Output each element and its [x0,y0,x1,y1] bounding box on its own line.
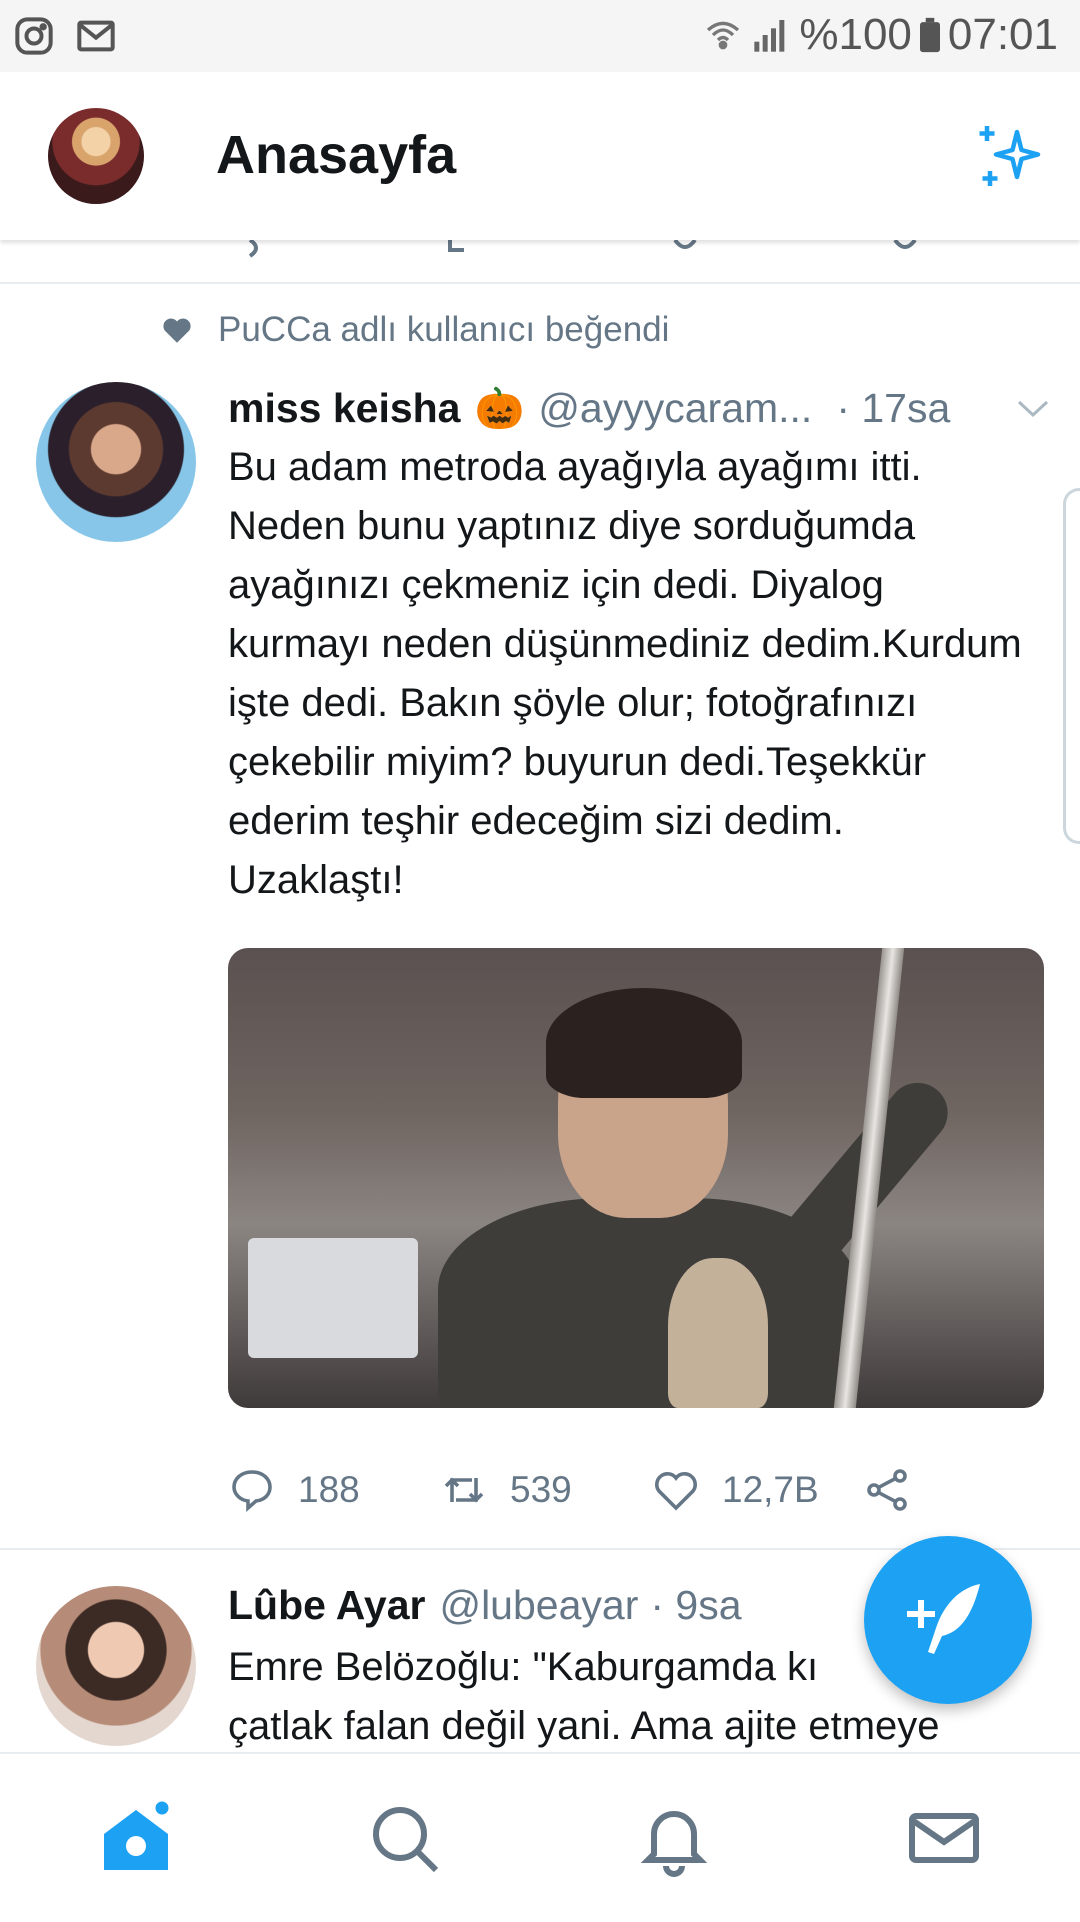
bottom-navigation [0,1752,1080,1922]
author-handle[interactable]: @ayyycaram... [538,385,812,432]
tweet-text: Bu adam metroda ayağıyla ayağımı itti. N… [228,445,1022,902]
instagram-icon [15,17,53,55]
photo-window [248,1238,418,1358]
search-icon [373,1807,439,1873]
chevron-down-icon[interactable] [1016,398,1050,420]
status-right: %100 07:01 [703,10,1058,60]
tweet-time: · 9sa [650,1582,742,1628]
clock: 07:01 [947,10,1058,59]
pumpkin-emoji: 🎃 [474,386,525,431]
nav-search[interactable] [364,1798,444,1878]
author-name[interactable]: Lûbe Ayar [228,1582,425,1629]
page-title: Anasayfa [216,125,457,185]
tweet-author-avatar[interactable] [36,382,196,542]
tweet-time: · 17sa [836,384,951,431]
reply-button[interactable]: 188 [228,1466,440,1514]
scroll-edge-indicator [1063,488,1080,844]
tweet-text-line: çatlak falan değil yani. Ama ajite etmey… [228,1704,940,1748]
tweet-header: Lûbe Ayar @lubeayar · 9sa [228,1582,742,1629]
previous-tweet-actions [0,240,1080,280]
photo-figure-hair [546,988,742,1098]
share-icon [867,1469,907,1511]
liked-by-text: PuCCa adlı kullanıcı beğendi [218,310,670,349]
reply-count: 188 [298,1469,360,1510]
battery-percent: %100 [799,10,912,59]
home-icon [104,1798,172,1870]
tweet-header: miss keisha 🎃 @ayyycaram... · 17sa [228,380,1048,436]
battery-icon [919,17,940,53]
previous-actions-remnant [248,240,917,258]
retweet-icon [444,1477,484,1503]
nav-notifications[interactable] [634,1798,714,1878]
photo-side-person [668,1258,768,1408]
heart-filled-icon [163,318,191,343]
like-count: 12,7B [722,1469,819,1510]
nav-home[interactable] [96,1798,176,1878]
nav-messages[interactable] [904,1798,984,1878]
reply-icon [232,1470,272,1512]
compose-tweet-button[interactable] [864,1536,1032,1704]
author-name[interactable]: miss keisha [228,385,461,432]
retweet-count: 539 [510,1469,572,1510]
wifi-icon [707,21,740,50]
liked-by-row[interactable]: PuCCa adlı kullanıcı beğendi [160,310,669,350]
profile-avatar[interactable] [48,108,144,204]
tweet-author-avatar[interactable] [36,1586,196,1746]
status-bar: %100 07:01 [0,0,1080,72]
like-button[interactable]: 12,7B [652,1466,864,1514]
app-header: Anasayfa [0,72,1080,240]
messages-icon [909,1813,979,1863]
divider [0,282,1080,284]
mail-icon [77,20,115,52]
heart-icon [655,1472,697,1511]
tweet-photo[interactable] [228,948,1044,1408]
sparkle-icon[interactable] [972,120,1044,192]
retweet-button[interactable]: 539 [440,1466,652,1514]
share-button[interactable] [864,1466,912,1514]
compose-feather-icon [907,1584,980,1654]
tweet-actions: 188 539 12,7B [228,1462,948,1518]
author-handle[interactable]: @lubeayar [439,1582,638,1629]
notifications-icon [640,1811,708,1877]
status-left [14,16,116,56]
signal-icon [754,20,785,52]
